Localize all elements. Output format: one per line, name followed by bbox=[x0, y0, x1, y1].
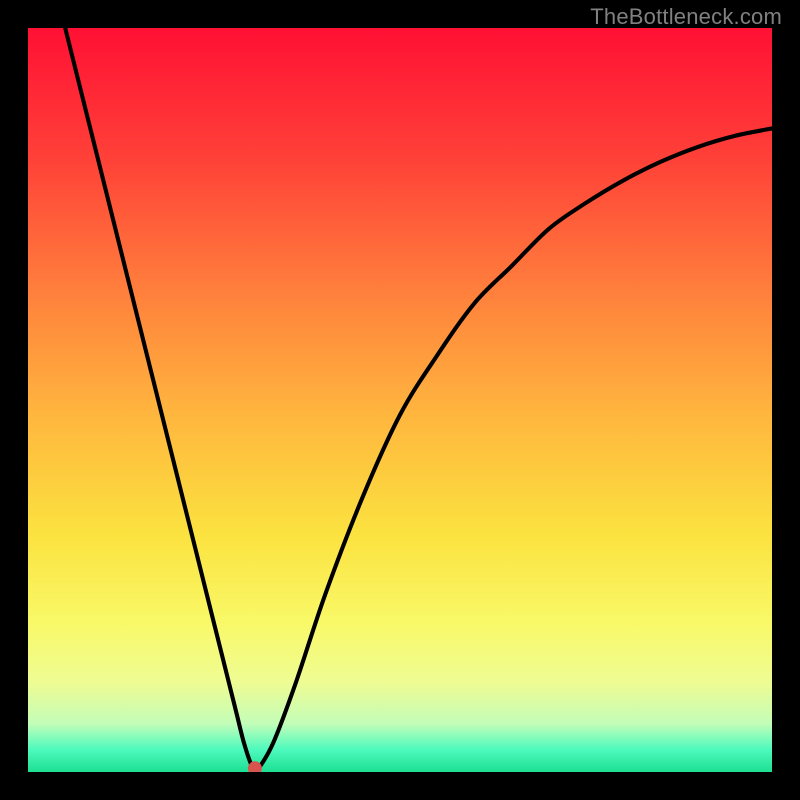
watermark-text: TheBottleneck.com bbox=[590, 4, 782, 30]
plot-area bbox=[28, 28, 772, 772]
chart-frame: TheBottleneck.com bbox=[0, 0, 800, 800]
chart-svg bbox=[28, 28, 772, 772]
bottleneck-curve bbox=[65, 28, 772, 770]
